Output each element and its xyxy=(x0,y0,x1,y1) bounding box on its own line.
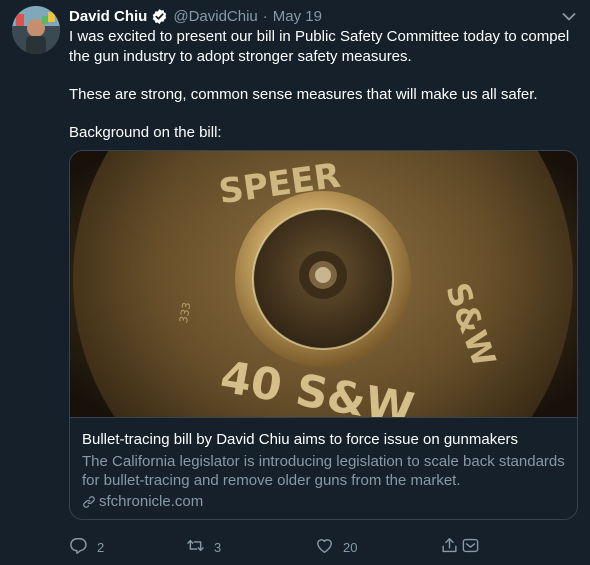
author-name[interactable]: David Chiu xyxy=(69,8,147,25)
link-icon xyxy=(82,495,96,509)
card-description: The California legislator is introducing… xyxy=(82,453,565,489)
tweet-text-paragraph-2: These are strong, common sense measures … xyxy=(69,86,538,103)
like-button[interactable]: 20 xyxy=(315,535,357,559)
retweet-icon xyxy=(186,536,205,558)
separator-dot: · xyxy=(262,7,268,25)
tweet-header: David Chiu @DavidChiu · May 19 xyxy=(69,6,322,26)
heart-icon xyxy=(315,536,334,558)
chevron-down-icon[interactable] xyxy=(562,9,576,21)
tweet[interactable]: David Chiu @DavidChiu · May 19 I was exc… xyxy=(0,0,590,565)
dm-icon xyxy=(461,536,480,558)
card-image[interactable]: SPEER S&W 40 S&W 333 xyxy=(70,151,577,417)
verified-badge-icon xyxy=(151,8,168,25)
card-title[interactable]: Bullet-tracing bill by David Chiu aims t… xyxy=(82,430,565,450)
tweet-text-paragraph-3: Background on the bill: xyxy=(69,124,222,141)
tweet-date[interactable]: May 19 xyxy=(273,8,322,25)
share-button[interactable] xyxy=(440,535,480,559)
tweet-actions: 2 3 20 xyxy=(0,535,590,559)
share-icon xyxy=(440,536,459,558)
like-count: 20 xyxy=(343,539,358,555)
reply-count: 2 xyxy=(97,539,105,555)
reply-icon xyxy=(69,536,88,558)
retweet-count: 3 xyxy=(214,539,222,555)
link-card[interactable]: SPEER S&W 40 S&W 333 Bullet-tracing bill… xyxy=(69,150,578,520)
retweet-button[interactable]: 3 xyxy=(186,535,221,559)
card-body[interactable]: Bullet-tracing bill by David Chiu aims t… xyxy=(70,417,577,519)
tweet-text-paragraph-1: I was excited to present our bill in Pub… xyxy=(69,28,570,65)
reply-button[interactable]: 2 xyxy=(69,535,104,559)
card-domain[interactable]: sfchronicle.com xyxy=(82,492,565,512)
card-domain-text: sfchronicle.com xyxy=(99,493,204,510)
author-handle[interactable]: @DavidChiu xyxy=(173,8,257,25)
avatar[interactable] xyxy=(12,6,60,54)
